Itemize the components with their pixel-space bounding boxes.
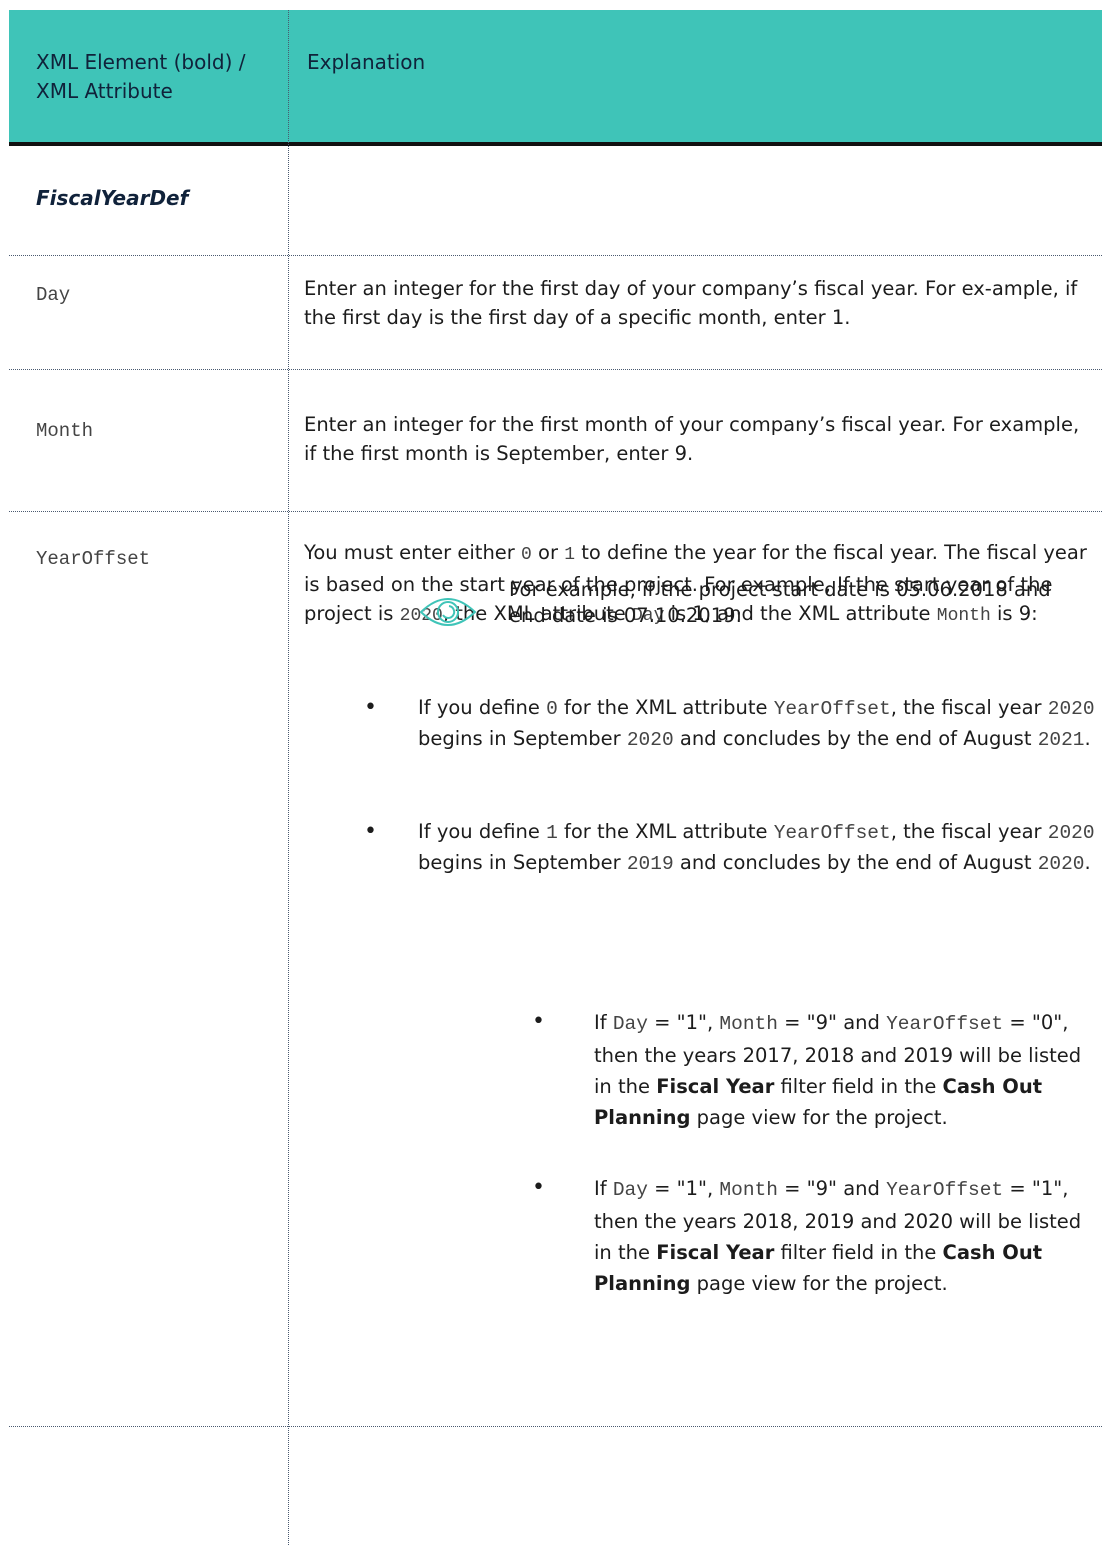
- bullet-text: and concludes by the end of August: [673, 851, 1038, 874]
- attr-day: Day: [36, 284, 71, 306]
- bullet-text: page view for the project.: [690, 1272, 948, 1295]
- code-value: Day: [612, 1179, 648, 1201]
- code-value: YearOffset: [773, 698, 891, 720]
- element-name: FiscalYearDef: [36, 186, 189, 210]
- bullet-icon: •: [364, 695, 377, 720]
- code-value: 2020: [626, 729, 674, 751]
- bullet-text: If you define: [418, 820, 547, 843]
- xml-reference-table: XML Element (bold) / XML Attribute Expla…: [0, 0, 1102, 1555]
- bullet-text: filter field in the: [774, 1241, 943, 1264]
- header-col-explanation: Explanation: [307, 50, 426, 74]
- bullet-text: , the fiscal year: [890, 696, 1048, 719]
- bullet-text: for the XML attribute: [557, 820, 774, 843]
- code-value: 1: [564, 545, 575, 565]
- bold-term: Fiscal Year: [656, 1241, 775, 1264]
- bullet-icon: •: [364, 819, 377, 844]
- note-intro: For example, if the project start date i…: [509, 578, 1051, 627]
- bullet-text: begins in September: [418, 727, 627, 750]
- eye-icon: [419, 598, 477, 626]
- column-divider: [288, 10, 289, 1545]
- code-value: 2021: [1037, 729, 1085, 751]
- code-value: 0: [546, 698, 558, 720]
- header-col-element: XML Element (bold) / XML Attribute: [36, 50, 246, 103]
- note-bullet-1: If Day = "1", Month = "9" and YearOffset…: [594, 1007, 1094, 1133]
- desc-text: You must enter either: [304, 541, 522, 564]
- code-value: Day: [612, 1013, 648, 1035]
- note-bullet-2: If Day = "1", Month = "9" and YearOffset…: [594, 1173, 1094, 1299]
- code-value: 2020: [1047, 822, 1095, 844]
- yearoffset-bullet-2: If you define 1 for the XML attribute Ye…: [418, 817, 1098, 879]
- attr-yearoffset: YearOffset: [36, 548, 151, 570]
- bullet-text: If you define: [418, 696, 547, 719]
- bullet-text: filter field in the: [774, 1075, 943, 1098]
- code-value: 1: [546, 822, 558, 844]
- code-value: 2019: [626, 853, 674, 875]
- row-divider: [9, 369, 1102, 370]
- code-value: YearOffset: [886, 1013, 1004, 1035]
- code-value: 0: [521, 545, 532, 565]
- code-value: Month: [719, 1179, 778, 1201]
- bullet-text: .: [1084, 727, 1091, 750]
- attr-month: Month: [36, 420, 94, 442]
- desc-day: Enter an integer for the first day of yo…: [304, 277, 1078, 329]
- bullet-text: .: [1084, 851, 1091, 874]
- code-value: Month: [719, 1013, 778, 1035]
- desc-text: or: [531, 541, 565, 564]
- code-value: YearOffset: [886, 1179, 1004, 1201]
- bullet-text: = "1",: [647, 1011, 720, 1034]
- bullet-icon: •: [532, 1009, 545, 1034]
- bullet-text: , the fiscal year: [890, 820, 1048, 843]
- bullet-text: and concludes by the end of August: [673, 727, 1038, 750]
- bullet-text: for the XML attribute: [557, 696, 774, 719]
- desc-month: Enter an integer for the first month of …: [304, 413, 1080, 465]
- row-divider: [9, 1426, 1102, 1427]
- bullet-text: = "9" and: [777, 1011, 887, 1034]
- row-divider: [9, 511, 1102, 512]
- code-value: 2020: [1047, 698, 1095, 720]
- bullet-text: = "1",: [647, 1177, 720, 1200]
- bullet-text: If: [594, 1011, 613, 1034]
- bullet-text: If: [594, 1177, 613, 1200]
- bullet-icon: •: [532, 1175, 545, 1200]
- bullet-text: page view for the project.: [690, 1106, 948, 1129]
- bullet-text: begins in September: [418, 851, 627, 874]
- row-divider: [9, 255, 1102, 256]
- code-value: 2020: [1037, 853, 1085, 875]
- yearoffset-bullet-1: If you define 0 for the XML attribute Ye…: [418, 693, 1098, 755]
- bullet-text: = "9" and: [777, 1177, 887, 1200]
- code-value: YearOffset: [773, 822, 891, 844]
- table-header: XML Element (bold) / XML Attribute Expla…: [9, 10, 1102, 146]
- bold-term: Fiscal Year: [656, 1075, 775, 1098]
